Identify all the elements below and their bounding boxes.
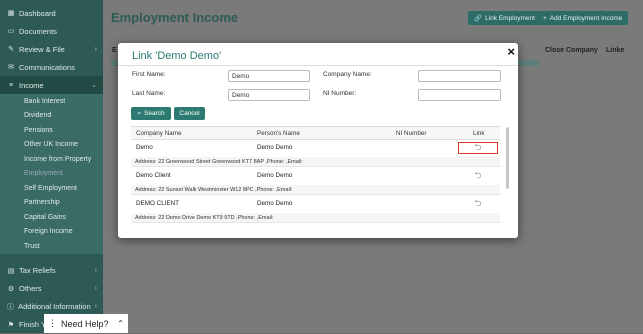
sidebar: ▦ Dashboard ▭ Documents ✎ Review & File … xyxy=(0,0,103,333)
tools-icon: ✎ xyxy=(8,46,14,53)
sidebar-item-label: Documents xyxy=(19,26,57,36)
sidebar-item-label: Others xyxy=(19,284,42,293)
sidebar-item-documents[interactable]: ▭ Documents xyxy=(0,22,103,40)
link-employment-label: Link Employment xyxy=(485,14,535,22)
modal-title: Link 'Demo Demo' xyxy=(132,50,222,62)
close-icon[interactable]: × xyxy=(507,44,515,59)
results-table: Company Name Person's Name NI Number Lin… xyxy=(131,126,500,238)
plus-icon: + xyxy=(543,14,547,22)
folder-icon: ▭ xyxy=(7,28,15,35)
chevron-right-icon: › xyxy=(94,285,97,292)
chevron-right-icon: › xyxy=(94,303,97,310)
sidebar-item-label: Dashboard xyxy=(19,8,56,18)
sidebar-item-review-file[interactable]: ✎ Review & File › xyxy=(0,40,103,58)
cancel-button[interactable]: Cancel xyxy=(174,107,205,120)
sidebar-item-trust[interactable]: Trust xyxy=(0,239,103,254)
page-title: Employment Income xyxy=(111,10,239,25)
column-header: Link xyxy=(473,130,485,137)
table-header: Close Company xyxy=(545,47,598,54)
sidebar-item-bank-interest[interactable]: Bank Interest xyxy=(0,94,103,109)
sidebar-item-dashboard[interactable]: ▦ Dashboard xyxy=(0,4,103,22)
chevron-right-icon: › xyxy=(94,267,97,274)
link-icon[interactable]: ⮌ xyxy=(458,198,498,210)
tax-icon: ▤ xyxy=(7,267,15,275)
company-name-field[interactable] xyxy=(418,70,501,82)
search-icon: ⌕ xyxy=(137,109,142,117)
column-header: Company Name xyxy=(136,130,182,137)
sidebar-item-additional-information[interactable]: ⓘ Additional Information › xyxy=(0,298,103,316)
others-icon: ⚙ xyxy=(7,285,15,293)
address-row: Address: 22 Demo Drive Demo KT9 9TD ,Pho… xyxy=(131,213,500,223)
address-row: Address: 22 Greenwood Street Greenwood K… xyxy=(131,157,500,167)
need-help-widget[interactable]: ⋮ Need Help? ⌃ xyxy=(44,314,128,333)
first-name-label: First Name: xyxy=(132,71,166,78)
ni-number-label: NI Number: xyxy=(323,90,357,97)
company-name-cell: Demo Client xyxy=(136,172,171,179)
link-icon: 🔗 xyxy=(474,15,483,22)
finish-icon: ⚑ xyxy=(7,321,15,329)
sidebar-item-dividend[interactable]: Dividend xyxy=(0,109,103,124)
last-name-label: Last Name: xyxy=(132,90,166,97)
table-row: Demo Demo Demo ⮌ xyxy=(131,140,500,157)
ni-number-field[interactable] xyxy=(418,89,501,101)
table-header: E xyxy=(112,47,117,54)
column-header: NI Number xyxy=(396,130,427,137)
sidebar-item-capital-gains[interactable]: Capital Gains xyxy=(0,210,103,225)
envelope-icon: ✉ xyxy=(8,64,14,71)
company-name-cell: Demo xyxy=(136,144,153,151)
sidebar-item-communications[interactable]: ✉ Communications xyxy=(0,58,103,76)
address-row: Address: 22 Sunset Walk Westminster W12 … xyxy=(131,185,500,195)
sidebar-item-tax-reliefs[interactable]: ▤ Tax Reliefs › xyxy=(0,262,103,280)
scrollbar[interactable] xyxy=(506,127,509,189)
sidebar-item-self-employment[interactable]: Self Employment xyxy=(0,181,103,196)
dashboard-icon: ▦ xyxy=(7,10,15,17)
first-name-field[interactable]: Demo xyxy=(228,70,310,82)
persons-name-cell: Demo Demo xyxy=(257,200,293,207)
sidebar-item-label: Tax Reliefs xyxy=(19,266,56,275)
link-icon[interactable]: ⮌ xyxy=(458,142,498,154)
chevron-down-icon: ⌄ xyxy=(91,82,97,89)
company-name-label: Company Name: xyxy=(323,71,372,78)
table-header-row: Company Name Person's Name NI Number Lin… xyxy=(131,127,500,140)
sidebar-item-label: Communications xyxy=(19,62,75,72)
income-submenu: Bank Interest Dividend Pensions Other UK… xyxy=(0,94,103,254)
table-row: Demo Client Demo Demo ⮌ xyxy=(131,168,500,185)
search-button-label: Search xyxy=(144,110,165,117)
add-employment-income-button[interactable]: + Add Employment Income xyxy=(537,11,629,25)
add-employment-label: Add Employment Income xyxy=(549,14,623,22)
list-icon: ≡ xyxy=(8,81,14,89)
link-modal: Link 'Demo Demo' × First Name: Demo Last… xyxy=(118,43,518,238)
sidebar-item-pensions[interactable]: Pensions xyxy=(0,123,103,138)
persons-name-cell: Demo Demo xyxy=(257,144,293,151)
sidebar-item-others[interactable]: ⚙ Others › xyxy=(0,280,103,298)
info-icon: ⓘ xyxy=(7,303,15,311)
last-name-field[interactable]: Demo xyxy=(228,89,310,101)
sidebar-item-income[interactable]: ≡ Income ⌄ xyxy=(0,76,103,94)
sidebar-item-label: Review & File xyxy=(19,44,65,54)
chevron-up-icon[interactable]: ⌃ xyxy=(117,319,124,328)
sidebar-item-partnership[interactable]: Partnership xyxy=(0,196,103,211)
persons-name-cell: Demo Demo xyxy=(257,172,293,179)
sidebar-item-foreign-income[interactable]: Foreign Income xyxy=(0,225,103,240)
cancel-button-label: Cancel xyxy=(179,110,200,117)
link-icon[interactable]: ⮌ xyxy=(458,170,498,182)
sidebar-item-label: Finish Y xyxy=(19,320,46,329)
table-row: DEMO CLIENT Demo Demo ⮌ xyxy=(131,196,500,213)
sidebar-item-label: Additional Information xyxy=(18,302,91,311)
sidebar-item-income-from-property[interactable]: Income from Property xyxy=(0,152,103,167)
sidebar-item-other-uk-income[interactable]: Other UK Income xyxy=(0,138,103,153)
sidebar-item-employment[interactable]: Employment xyxy=(0,167,103,182)
column-header: Person's Name xyxy=(257,130,300,137)
app-window: ▦ Dashboard ▭ Documents ✎ Review & File … xyxy=(0,0,643,333)
search-button[interactable]: ⌕ Search xyxy=(131,107,171,120)
table-header: Linke xyxy=(606,47,625,54)
company-name-cell: DEMO CLIENT xyxy=(136,200,180,207)
divider xyxy=(118,65,518,66)
drag-handle-icon: ⋮ xyxy=(48,318,57,328)
chevron-right-icon: › xyxy=(94,45,97,53)
link-employment-button[interactable]: 🔗 Link Employment xyxy=(468,11,541,25)
sidebar-item-label: Income xyxy=(19,80,44,90)
need-help-label: Need Help? xyxy=(61,318,109,329)
